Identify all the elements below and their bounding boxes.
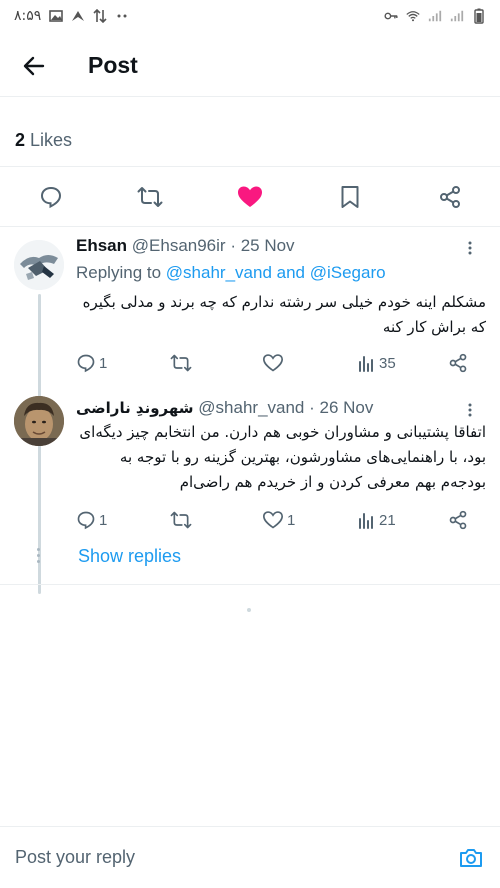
views-button[interactable]: 35 <box>358 351 396 375</box>
show-replies-link[interactable]: Show replies <box>78 546 181 567</box>
share-icon <box>449 353 467 373</box>
reply-button[interactable]: 1 <box>76 508 107 532</box>
post-action-bar <box>0 170 500 224</box>
repost-icon <box>170 354 192 372</box>
avatar-image <box>14 240 64 290</box>
signal-2-icon <box>450 9 464 23</box>
repost-button[interactable] <box>135 182 165 212</box>
status-left: ۸:۵۹ <box>14 8 129 24</box>
comment-icon <box>40 186 62 209</box>
more-vertical-icon <box>468 403 472 417</box>
page-title: Post <box>88 52 138 78</box>
camera-icon <box>460 849 482 867</box>
signal-icon <box>428 9 442 23</box>
likes-number: 2 <box>15 130 26 150</box>
share-button[interactable] <box>435 182 465 212</box>
image-icon <box>49 9 64 23</box>
divider <box>0 166 500 167</box>
views-icon <box>359 513 373 529</box>
battery-icon <box>472 8 486 24</box>
bookmark-button[interactable] <box>335 182 365 212</box>
like-button[interactable]: 1 <box>262 508 295 532</box>
view-count: 35 <box>379 354 396 372</box>
view-count: 21 <box>379 511 396 529</box>
reply-tweet[interactable]: Ehsan @Ehsan96ir · 25 Nov Replying to @s… <box>0 226 500 594</box>
user-handle[interactable]: @shahr_vand <box>198 398 304 417</box>
heart-icon <box>262 354 284 372</box>
tweet-text: اتفاقا پشتیبانی و مشاوران خوبی هم دارن. … <box>79 423 486 491</box>
heart-icon <box>262 511 284 529</box>
back-button[interactable] <box>18 50 50 82</box>
like-button[interactable] <box>235 182 265 212</box>
divider <box>0 96 500 97</box>
thread-dots <box>37 548 41 566</box>
reply-composer <box>0 826 500 888</box>
share-icon <box>440 186 460 208</box>
comment-icon <box>77 354 95 373</box>
status-right <box>384 8 486 24</box>
like-button[interactable] <box>262 351 287 375</box>
share-button[interactable] <box>448 508 468 532</box>
status-bar: ۸:۵۹ <box>0 0 500 32</box>
camera-button[interactable] <box>458 846 484 870</box>
tweet-date[interactable]: · 25 Nov <box>230 236 294 255</box>
top-app-bar: Post <box>0 38 500 94</box>
replying-to: Replying to @shahr_vand and @iSegaro <box>76 263 386 283</box>
reply-count: 1 <box>99 354 108 372</box>
key-icon <box>384 9 398 23</box>
reply-tweet[interactable]: شهروندِ ناراضی @shahr_vand · 26 Nov اتفا… <box>0 396 500 536</box>
tweet-actions: 1 1 21 <box>76 508 476 532</box>
likes-count[interactable]: 2 Likes <box>15 130 72 151</box>
share-icon <box>449 510 467 530</box>
like-count: 1 <box>287 511 296 529</box>
reply-button[interactable] <box>36 182 66 212</box>
repost-button[interactable] <box>170 351 195 375</box>
avatar-image <box>14 396 64 446</box>
reply-count: 1 <box>99 511 108 529</box>
more-options-button[interactable] <box>462 402 478 418</box>
heart-filled-icon <box>238 186 262 207</box>
more-vertical-icon <box>468 241 472 255</box>
display-name[interactable]: Ehsan <box>76 236 127 255</box>
tweet-actions: 1 35 <box>76 351 476 375</box>
reply-input[interactable] <box>15 847 415 868</box>
avatar[interactable] <box>14 240 64 290</box>
data-transfer-icon <box>93 9 107 23</box>
replying-to-label: Replying to <box>76 263 162 282</box>
tweet-date[interactable]: · 26 Nov <box>309 398 373 417</box>
reply-button[interactable]: 1 <box>76 351 107 375</box>
bookmark-icon <box>341 186 359 208</box>
wifi-icon <box>406 9 420 23</box>
status-time: ۸:۵۹ <box>14 8 42 24</box>
display-name[interactable]: شهروندِ ناراضی <box>76 399 194 417</box>
tweet-header: شهروندِ ناراضی @shahr_vand · 26 Nov <box>76 398 373 418</box>
avatar[interactable] <box>14 396 64 446</box>
send-icon <box>71 9 85 23</box>
loading-dot <box>247 608 251 612</box>
likes-label: Likes <box>30 130 73 150</box>
views-button[interactable]: 21 <box>358 508 396 532</box>
arrow-left-icon <box>23 56 45 76</box>
views-icon <box>359 356 373 372</box>
divider <box>0 584 500 585</box>
thread-line <box>38 454 41 540</box>
more-notifications-icon <box>115 9 129 23</box>
replying-to-mentions[interactable]: @shahr_vand and @iSegaro <box>166 263 386 282</box>
repost-icon <box>170 511 192 529</box>
repost-icon <box>137 187 163 207</box>
comment-icon <box>77 511 95 530</box>
more-options-button[interactable] <box>462 240 478 256</box>
tweet-header: Ehsan @Ehsan96ir · 25 Nov <box>76 236 295 256</box>
tweet-text: مشکلم اینه خودم خیلی سر رشته ندارم که چه… <box>82 293 486 336</box>
repost-button[interactable] <box>170 508 195 532</box>
user-handle[interactable]: @Ehsan96ir <box>132 236 226 255</box>
share-button[interactable] <box>448 351 468 375</box>
